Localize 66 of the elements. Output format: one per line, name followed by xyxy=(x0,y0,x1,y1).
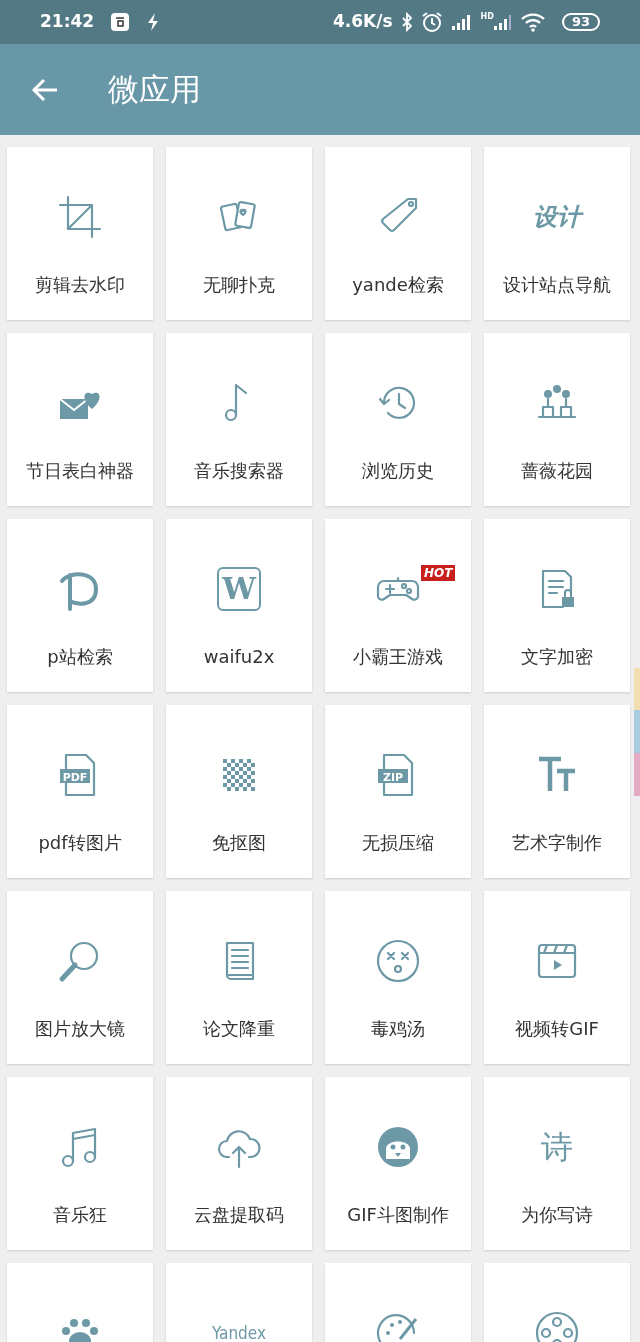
tile-label: 音乐搜索器 xyxy=(194,459,284,483)
tile-label: 为你写诗 xyxy=(521,1203,593,1227)
app-tile[interactable]: 浏览历史 xyxy=(325,333,471,506)
tile-label: 小霸王游戏 xyxy=(353,645,443,669)
app-tile[interactable]: W waifu2x xyxy=(166,519,312,692)
app-tile[interactable]: 艺术字制作 xyxy=(484,705,630,878)
app-tile[interactable]: 无聊扑克 xyxy=(166,147,312,320)
battery-indicator: 93 xyxy=(561,13,600,31)
app-tile[interactable]: 毒鸡汤 xyxy=(325,891,471,1064)
app-tile[interactable]: ZIP 无损压缩 xyxy=(325,705,471,878)
network-speed: 4.6K/s xyxy=(332,10,393,34)
wifi-icon xyxy=(519,12,546,32)
app-tile[interactable]: 节日表白神器 xyxy=(7,333,153,506)
tile-label: 蔷薇花园 xyxy=(521,459,593,483)
tile-label: 图片放大镜 xyxy=(35,1017,125,1041)
app-tile[interactable]: 视频转GIF xyxy=(484,891,630,1064)
app-tile[interactable]: 音乐狂 xyxy=(7,1077,153,1250)
tile-label: 文字加密 xyxy=(521,645,593,669)
tile-label: 免抠图 xyxy=(212,831,266,855)
app-tile[interactable]: HOT 小霸王游戏 xyxy=(325,519,471,692)
signal-label: HD xyxy=(480,13,494,21)
tile-label: 视频转GIF xyxy=(515,1017,599,1041)
status-time: 21:42 xyxy=(40,10,95,34)
tile-label: 音乐狂 xyxy=(53,1203,107,1227)
crop-icon xyxy=(56,193,104,241)
tile-label: waifu2x xyxy=(203,645,275,669)
tile-label: 剪辑去水印 xyxy=(35,273,125,297)
tile-label: yande检索 xyxy=(352,273,444,297)
app-tile[interactable]: p站检索 xyxy=(7,519,153,692)
tile-label: 节日表白神器 xyxy=(26,459,134,483)
app-tile[interactable]: 音乐搜索器 xyxy=(166,333,312,506)
app-tile[interactable]: 论文降重 xyxy=(166,891,312,1064)
logo-icon: W xyxy=(217,567,261,611)
tile-label: 毒鸡汤 xyxy=(371,1017,425,1041)
hot-badge: HOT xyxy=(421,565,456,581)
tile-label: 无损压缩 xyxy=(362,831,434,855)
app-tile[interactable]: 设计 设计站点导航 xyxy=(484,147,630,320)
alarm-icon xyxy=(420,11,443,33)
tile-label: 浏览历史 xyxy=(362,459,434,483)
app-tile[interactable]: 图片放大镜 xyxy=(7,891,153,1064)
tile-label: 艺术字制作 xyxy=(512,831,602,855)
app-tile[interactable]: 诗 为你写诗 xyxy=(484,1077,630,1250)
tile-label: 无聊扑克 xyxy=(203,273,275,297)
app-tile[interactable]: 云盘提取码 xyxy=(166,1077,312,1250)
app-tile[interactable]: yande检索 xyxy=(325,147,471,320)
dizzy-face-icon xyxy=(374,937,422,985)
tile-label: 论文降重 xyxy=(203,1017,275,1041)
logo-text: 诗 xyxy=(541,1127,573,1168)
tile-label: 云盘提取码 xyxy=(194,1203,284,1227)
app-tile[interactable]: GIF斗图制作 xyxy=(325,1077,471,1250)
tile-label: GIF斗图制作 xyxy=(347,1203,449,1227)
signal-icon xyxy=(450,13,473,31)
tile-label: pdf转图片 xyxy=(38,831,122,855)
page-title: 微应用 xyxy=(108,70,201,110)
notification-icon xyxy=(110,12,131,32)
signal-icon xyxy=(493,13,512,31)
bluetooth-icon xyxy=(400,12,413,32)
app-tile[interactable]: 免抠图 xyxy=(166,705,312,878)
app-tile[interactable]: PDF pdf转图片 xyxy=(7,705,153,878)
logo-text: Yandex xyxy=(212,1322,266,1342)
tile-label: 设计站点导航 xyxy=(503,273,611,297)
lightning-icon xyxy=(146,12,161,32)
tile-label: p站检索 xyxy=(47,645,113,669)
app-tile[interactable]: 文字加密 xyxy=(484,519,630,692)
app-tile[interactable]: 蔷薇花园 xyxy=(484,333,630,506)
app-tile[interactable]: 剪辑去水印 xyxy=(7,147,153,320)
